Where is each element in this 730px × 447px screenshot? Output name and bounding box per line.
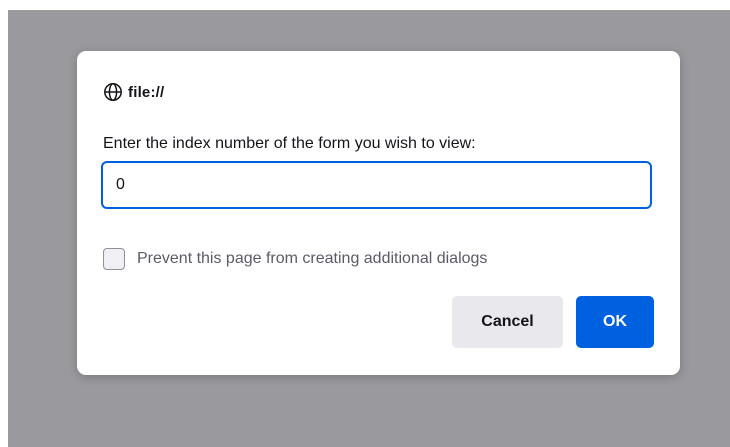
dialog-message: Enter the index number of the form you w…	[103, 135, 476, 152]
globe-icon	[103, 82, 123, 102]
origin-url: file://	[128, 83, 165, 101]
prevent-dialogs-row[interactable]: Prevent this page from creating addition…	[103, 248, 487, 270]
ok-button[interactable]: OK	[576, 296, 654, 348]
prompt-dialog: file:// Enter the index number of the fo…	[77, 51, 680, 375]
prevent-dialogs-label[interactable]: Prevent this page from creating addition…	[137, 250, 487, 268]
cancel-button[interactable]: Cancel	[452, 296, 563, 348]
dialog-origin: file://	[103, 82, 164, 102]
index-number-input[interactable]	[101, 161, 652, 209]
prevent-dialogs-checkbox[interactable]	[103, 248, 125, 270]
